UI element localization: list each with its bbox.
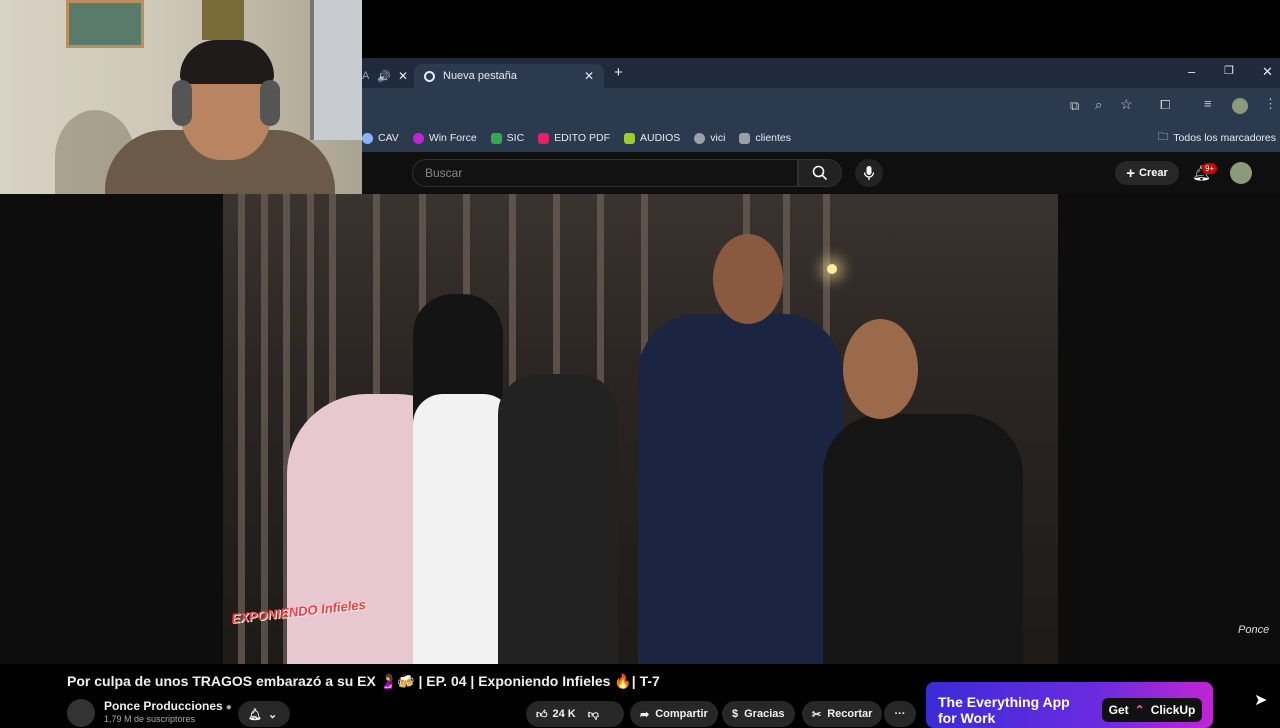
bookmark-favicon-icon bbox=[490, 132, 502, 144]
bookmark-favicon-icon bbox=[412, 132, 424, 144]
headphones-left bbox=[172, 80, 192, 126]
headphones-right bbox=[260, 80, 280, 126]
media-control-icon[interactable]: ≡ bbox=[1204, 96, 1212, 111]
street-light bbox=[827, 264, 837, 274]
zoom-icon[interactable]: ⌕ bbox=[1095, 97, 1102, 113]
person-varsity-jacket bbox=[498, 374, 618, 664]
thumbs-down-icon: 👎︎ bbox=[587, 708, 599, 721]
person-hair bbox=[180, 40, 274, 84]
browser-toolbar: ⧉ ⌕ ☆ ⧠ ≡ ⋮ bbox=[362, 88, 1280, 124]
chrome-icon bbox=[424, 70, 435, 82]
mouse-cursor-icon: ➤ bbox=[1254, 692, 1268, 709]
pdf-icon bbox=[538, 132, 550, 144]
person-security-guard bbox=[638, 314, 843, 664]
search-icon bbox=[812, 165, 828, 181]
window bbox=[310, 0, 362, 140]
channel-name[interactable]: Ponce Producciones ● bbox=[104, 699, 232, 713]
install-app-icon[interactable]: ⧉ bbox=[1070, 98, 1079, 114]
more-actions-button[interactable]: ··· bbox=[884, 701, 916, 727]
person-black-shirt bbox=[823, 414, 1023, 664]
bookmark-favicon-icon bbox=[623, 132, 635, 144]
like-button[interactable]: 👍︎ 24 K bbox=[536, 708, 576, 721]
bookmark-audios[interactable]: AUDIOS bbox=[623, 132, 680, 144]
ad-headline: The Everything App for Work bbox=[938, 694, 1070, 726]
verified-icon: ● bbox=[225, 702, 232, 713]
notifications-badge: 9+ bbox=[1202, 163, 1218, 174]
bookmark-win-force[interactable]: Win Force bbox=[412, 132, 477, 144]
wall-painting bbox=[66, 0, 144, 48]
guard-face bbox=[713, 234, 783, 324]
like-dislike-group: 👍︎ 24 K 👎︎ bbox=[526, 701, 624, 727]
clickup-logo-icon: ⌃ bbox=[1134, 703, 1145, 717]
close-tab-icon[interactable]: ✕ bbox=[398, 69, 408, 83]
channel-watermark: Ponce bbox=[1238, 624, 1270, 636]
restore-button[interactable]: ❐ bbox=[1224, 64, 1234, 77]
microphone-icon bbox=[863, 166, 875, 180]
account-avatar[interactable] bbox=[1230, 162, 1252, 184]
browser-tab-strip: A 🔊 ✕ Nueva pestaña ✕ + – ❐ ✕ bbox=[362, 58, 1280, 88]
bookmark-edito-pdf[interactable]: EDITO PDF bbox=[538, 132, 610, 144]
thumbs-up-icon: 👍︎ bbox=[536, 708, 548, 721]
folder-icon: 🗀 bbox=[1157, 131, 1169, 143]
create-button[interactable]: + Crear bbox=[1115, 161, 1179, 185]
voice-search-button[interactable] bbox=[855, 159, 883, 187]
clip-button[interactable]: ✂ Recortar bbox=[802, 701, 883, 727]
minimize-button[interactable]: – bbox=[1188, 64, 1195, 79]
channel-avatar[interactable] bbox=[67, 699, 95, 727]
chevron-down-icon: ⌄ bbox=[267, 708, 278, 721]
video-frame[interactable]: EXPONIENDO Infieles bbox=[223, 194, 1058, 664]
menu-kebab-icon[interactable]: ⋮ bbox=[1264, 96, 1277, 112]
dollar-icon: $ bbox=[732, 708, 739, 720]
subscriber-count: 1,79 M de suscriptores bbox=[104, 714, 196, 724]
extensions-icon[interactable]: ⧠ bbox=[1160, 97, 1170, 113]
bookmark-clientes[interactable]: clientes bbox=[739, 132, 791, 144]
share-button[interactable]: ➦ Compartir bbox=[630, 701, 718, 727]
globe-icon bbox=[362, 132, 373, 144]
all-bookmarks-folder[interactable]: 🗀 Todos los marcadores bbox=[1158, 129, 1276, 147]
man-face bbox=[843, 319, 918, 419]
bookmarks-bar: CAV Win Force SIC EDITO PDF AUDIOS vici … bbox=[362, 124, 1280, 152]
thanks-button[interactable]: $ Gracias bbox=[722, 701, 795, 727]
speaker-icon: 🔊 bbox=[377, 70, 392, 83]
new-tab-button[interactable]: + bbox=[614, 64, 623, 81]
search-input[interactable]: Buscar bbox=[412, 159, 798, 187]
subscription-bell-button[interactable]: 🔔︎ ⌄ bbox=[238, 701, 290, 727]
bookmark-sic[interactable]: SIC bbox=[490, 132, 524, 144]
scissors-icon: ✂ bbox=[812, 708, 822, 721]
wall-frame bbox=[202, 0, 244, 40]
profile-avatar[interactable] bbox=[1232, 98, 1248, 114]
bookmark-vici[interactable]: vici bbox=[694, 132, 725, 144]
share-icon: ➦ bbox=[640, 708, 650, 721]
tab-previous[interactable]: A 🔊 ✕ bbox=[362, 64, 414, 88]
close-window-button[interactable]: ✕ bbox=[1262, 64, 1273, 80]
close-tab-icon[interactable]: ✕ bbox=[584, 69, 594, 83]
video-title: Por culpa de unos TRAGOS embarazó a su E… bbox=[67, 673, 660, 689]
bell-icon: 🔔︎ bbox=[248, 708, 262, 721]
tab-nueva-pestana[interactable]: Nueva pestaña ✕ bbox=[414, 64, 604, 88]
search-button[interactable] bbox=[798, 159, 842, 187]
bookmark-star-icon[interactable]: ☆ bbox=[1120, 96, 1133, 113]
globe-icon bbox=[694, 132, 706, 144]
tab-label: Nueva pestaña bbox=[443, 70, 517, 82]
bookmark-favicon-icon bbox=[739, 132, 751, 144]
clickup-ad-banner[interactable]: The Everything App for Work Get ⌃ ClickU… bbox=[926, 682, 1213, 728]
plus-icon: + bbox=[1126, 164, 1135, 182]
bookmark-cav[interactable]: CAV bbox=[362, 132, 399, 144]
dislike-button[interactable]: 👎︎ bbox=[588, 708, 599, 721]
webcam-overlay bbox=[0, 0, 362, 204]
ad-cta-button[interactable]: Get ⌃ ClickUp bbox=[1102, 698, 1202, 722]
